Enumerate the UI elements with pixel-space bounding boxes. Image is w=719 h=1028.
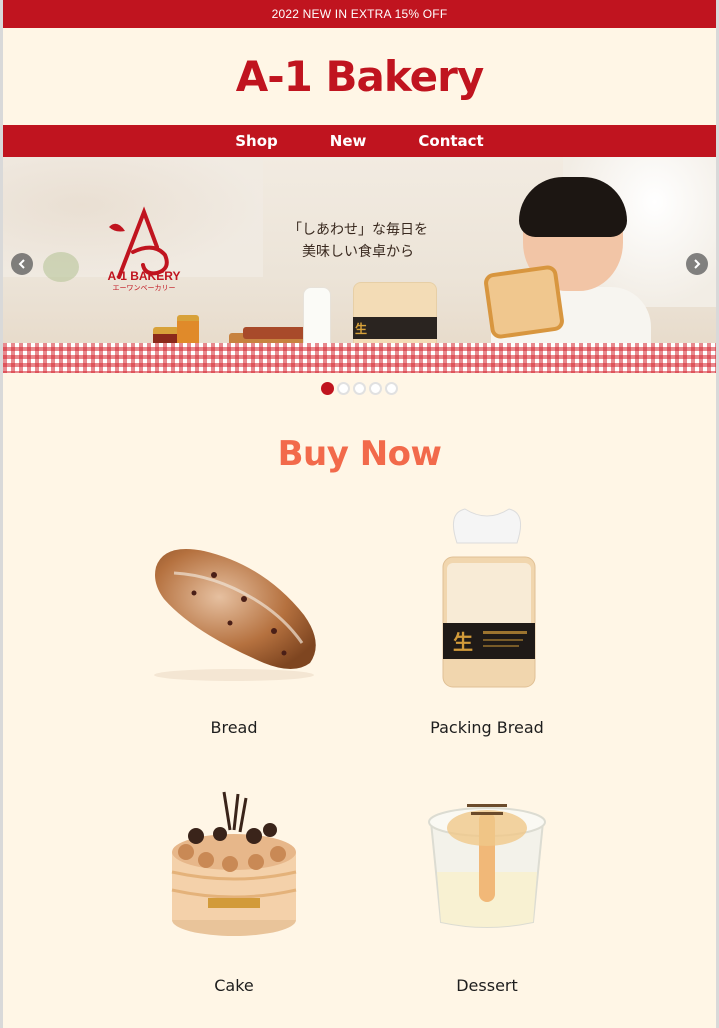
hero-carousel[interactable]: A-1 BAKERY エーワンベーカリー 「しあわせ」な毎日を 美味しい食卓から… bbox=[3, 157, 716, 373]
cake-image bbox=[171, 791, 297, 936]
nav-item-contact[interactable]: Contact bbox=[418, 132, 483, 150]
promo-banner: 2022 NEW IN EXTRA 15% OFF bbox=[3, 0, 716, 28]
main-nav: Shop New Contact bbox=[3, 125, 716, 157]
product-label[interactable]: Bread bbox=[134, 718, 334, 737]
gingham-tablecloth bbox=[3, 343, 716, 373]
packing-bread-image: 生 bbox=[442, 508, 536, 688]
bread-bag-label: 生 bbox=[355, 322, 368, 336]
site-header: A-1 Bakery bbox=[3, 28, 716, 125]
hero-tagline: 「しあわせ」な毎日を 美味しい食卓から bbox=[273, 219, 443, 263]
carousel-dot-5[interactable] bbox=[385, 382, 398, 395]
section-title: Buy Now bbox=[277, 434, 442, 474]
brand-name: A-1 BAKERY bbox=[107, 269, 181, 283]
tagline-line-1: 「しあわせ」な毎日を bbox=[288, 222, 428, 238]
bread-image bbox=[154, 549, 316, 681]
chevron-right-icon bbox=[694, 259, 701, 269]
product-label[interactable]: Packing Bread bbox=[387, 718, 587, 737]
carousel-dot-2[interactable] bbox=[337, 382, 350, 395]
brand-subtitle: エーワンベーカリー bbox=[112, 285, 176, 292]
nav-item-new[interactable]: New bbox=[330, 132, 367, 150]
product-label[interactable]: Cake bbox=[134, 976, 334, 995]
dessert-image bbox=[428, 804, 546, 928]
tagline-line-2: 美味しい食卓から bbox=[302, 244, 414, 260]
product-label[interactable]: Dessert bbox=[387, 976, 587, 995]
child-bread-image bbox=[482, 264, 566, 340]
child-hair-image bbox=[519, 177, 627, 237]
svg-text:生: 生 bbox=[453, 630, 473, 654]
milk-bottle-image bbox=[303, 287, 331, 349]
carousel-dot-3[interactable] bbox=[353, 382, 366, 395]
chevron-left-icon bbox=[18, 259, 25, 269]
site-logo[interactable]: A-1 Bakery bbox=[236, 52, 485, 101]
carousel-next-button[interactable] bbox=[686, 253, 708, 275]
background-plant bbox=[43, 252, 79, 282]
carousel-prev-button[interactable] bbox=[11, 253, 33, 275]
nav-item-shop[interactable]: Shop bbox=[235, 132, 278, 150]
carousel-dot-1[interactable] bbox=[321, 382, 334, 395]
carousel-dot-4[interactable] bbox=[369, 382, 382, 395]
promo-text: 2022 NEW IN EXTRA 15% OFF bbox=[271, 7, 448, 21]
carousel-indicators bbox=[3, 382, 716, 396]
